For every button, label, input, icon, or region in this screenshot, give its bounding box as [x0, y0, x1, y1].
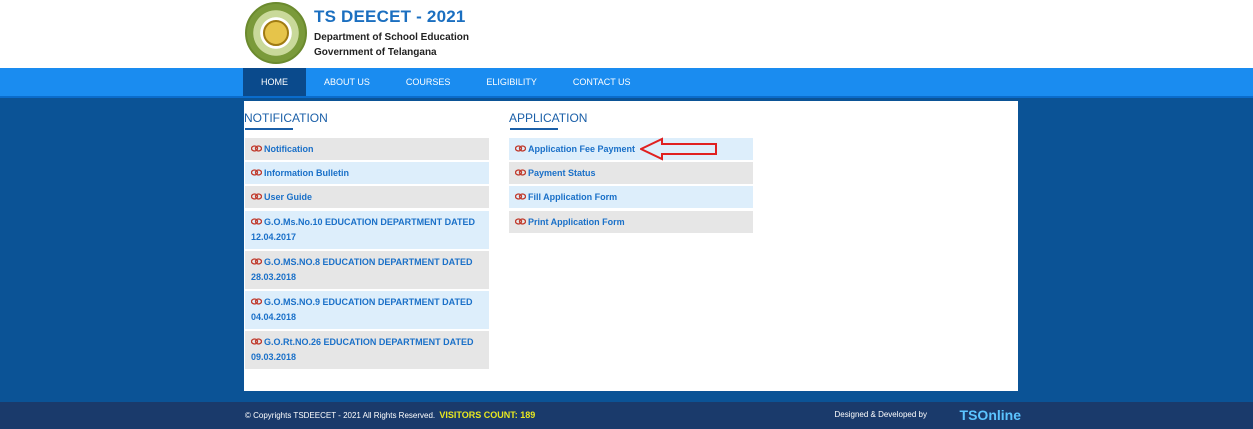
notification-item[interactable]: G.O.Ms.No.10 EDUCATION DEPARTMENT DATED … — [245, 211, 489, 249]
nav-contact-us[interactable]: CONTACT US — [555, 68, 649, 96]
nav-eligibility[interactable]: ELIGIBILITY — [468, 68, 555, 96]
nav-home[interactable]: HOME — [243, 68, 306, 96]
notification-item[interactable]: G.O.Rt.NO.26 EDUCATION DEPARTMENT DATED … — [245, 331, 489, 369]
notification-item[interactable]: G.O.MS.NO.8 EDUCATION DEPARTMENT DATED 2… — [245, 251, 489, 289]
copyright-label: © Copyrights TSDEECET - 2021 All Rights … — [245, 411, 436, 420]
payment-status-link[interactable]: Payment Status — [509, 162, 753, 184]
notification-item-label: G.O.Rt.NO.26 EDUCATION DEPARTMENT DATED … — [251, 337, 474, 362]
link-icon — [515, 193, 526, 200]
notification-heading: NOTIFICATION — [244, 111, 328, 125]
red-arrow-annotation — [640, 137, 717, 161]
main-navbar: HOME ABOUT US COURSES ELIGIBILITY CONTAC… — [0, 68, 1253, 98]
site-footer: © Copyrights TSDEECET - 2021 All Rights … — [0, 402, 1253, 429]
application-item-label: Payment Status — [528, 168, 596, 178]
link-icon — [251, 169, 262, 176]
notification-item[interactable]: Notification — [245, 138, 489, 160]
link-icon — [515, 169, 526, 176]
link-icon — [251, 298, 262, 305]
notification-item-label: G.O.Ms.No.10 EDUCATION DEPARTMENT DATED … — [251, 217, 476, 242]
notification-item-label: User Guide — [264, 192, 313, 202]
link-icon — [515, 145, 526, 152]
designed-by-text: Designed & Developed by — [834, 410, 927, 419]
notification-underline — [245, 128, 293, 130]
nav-about-us[interactable]: ABOUT US — [306, 68, 388, 96]
application-item-label: Application Fee Payment — [528, 144, 636, 154]
visitors-count: VISITORS COUNT: 189 — [439, 410, 536, 420]
copyright-text: © Copyrights TSDEECET - 2021 All Rights … — [245, 410, 535, 420]
emblem-center — [263, 20, 289, 46]
link-icon — [251, 258, 262, 265]
tsonline-logo[interactable]: TSOnline — [960, 407, 1021, 423]
link-icon — [515, 218, 526, 225]
application-underline — [510, 128, 558, 130]
nav-courses[interactable]: COURSES — [388, 68, 469, 96]
notification-item-label: Notification — [264, 144, 314, 154]
fill-application-form-link[interactable]: Fill Application Form — [509, 186, 753, 208]
notification-item[interactable]: G.O.MS.NO.9 EDUCATION DEPARTMENT DATED 0… — [245, 291, 489, 329]
notification-item[interactable]: Information Bulletin — [245, 162, 489, 184]
link-icon — [251, 338, 262, 345]
application-item-label: Fill Application Form — [528, 192, 618, 202]
site-subtitle-government: Government of Telangana — [314, 47, 437, 58]
notification-item-label: Information Bulletin — [264, 168, 349, 178]
notification-item-label: G.O.MS.NO.8 EDUCATION DEPARTMENT DATED 2… — [251, 257, 473, 282]
notification-item[interactable]: User Guide — [245, 186, 489, 208]
print-application-form-link[interactable]: Print Application Form — [509, 211, 753, 233]
link-icon — [251, 193, 262, 200]
site-title: TS DEECET - 2021 — [314, 7, 466, 26]
site-header: TS DEECET - 2021 Department of School Ed… — [0, 0, 1253, 68]
footer-content: © Copyrights TSDEECET - 2021 All Rights … — [243, 402, 1021, 429]
telangana-emblem-logo — [245, 2, 307, 64]
notification-item-label: G.O.MS.NO.9 EDUCATION DEPARTMENT DATED 0… — [251, 297, 473, 322]
application-item-label: Print Application Form — [528, 217, 625, 227]
link-icon — [251, 145, 262, 152]
application-heading: APPLICATION — [509, 111, 588, 125]
nav-menu: HOME ABOUT US COURSES ELIGIBILITY CONTAC… — [243, 68, 649, 96]
link-icon — [251, 218, 262, 225]
site-subtitle-department: Department of School Education — [314, 32, 470, 43]
